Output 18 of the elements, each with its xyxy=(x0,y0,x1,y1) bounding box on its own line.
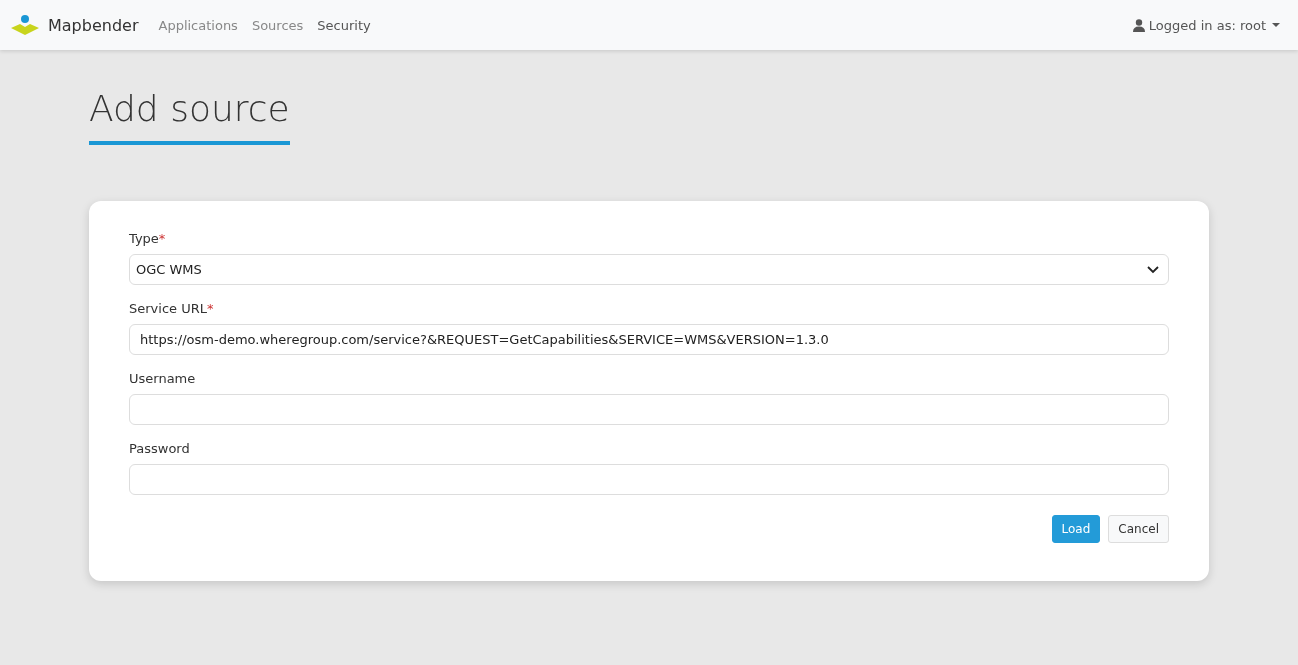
field-label: Password xyxy=(129,441,191,456)
type-select[interactable]: OGC WMS xyxy=(129,254,1169,285)
nav-link[interactable]: Security xyxy=(317,17,371,33)
user-icon xyxy=(1132,18,1145,32)
user-label: Logged in as: root xyxy=(1148,17,1266,33)
page-title: Add source xyxy=(89,88,290,145)
input-field[interactable]: https://osm-demo.wheregroup.com/service?&REQUEST=GetCapabilities&SERVICE=WMS&VERSION=1.3.0 xyxy=(129,324,1169,355)
field-label: Service URL* xyxy=(129,301,215,316)
field-label: Type* xyxy=(129,231,167,246)
brand-name[interactable]: Mapbender xyxy=(48,15,139,35)
field-label: Username xyxy=(129,371,197,386)
user-menu[interactable]: Logged in as: root xyxy=(1132,17,1282,33)
logo-icon xyxy=(10,14,40,36)
caret-icon xyxy=(1270,20,1282,30)
cancel-button[interactable]: Cancel xyxy=(1108,515,1169,543)
password-field[interactable] xyxy=(129,464,1169,495)
chevron-down-icon xyxy=(1146,264,1160,275)
input-field[interactable] xyxy=(129,394,1169,425)
